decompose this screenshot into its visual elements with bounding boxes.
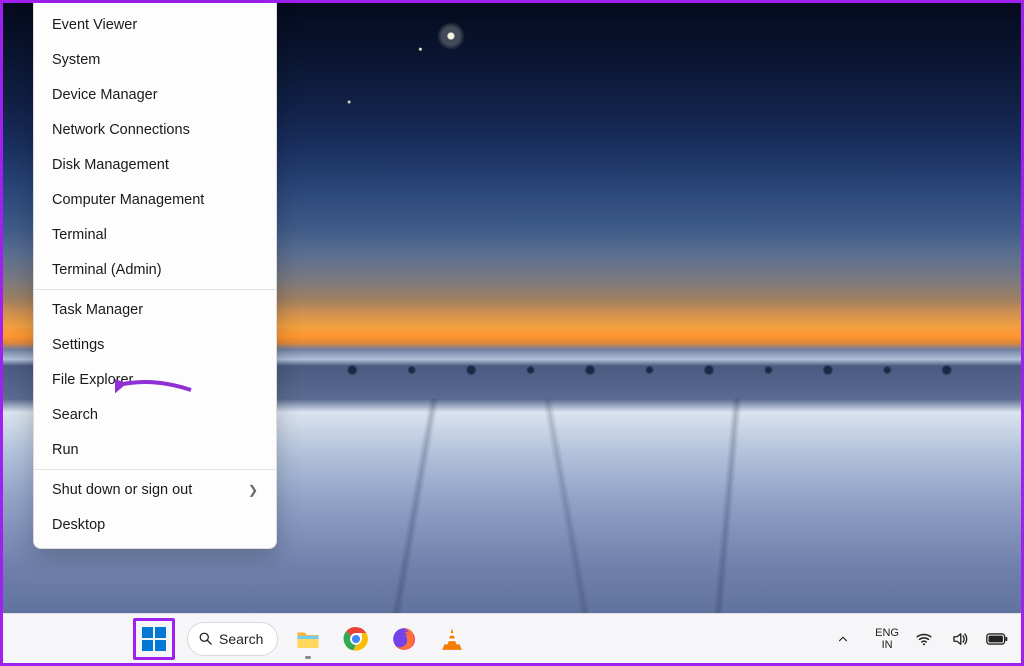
menu-item-label: System (52, 52, 100, 68)
menu-separator (34, 289, 276, 290)
battery-icon (986, 632, 1008, 646)
wifi-icon (915, 630, 933, 648)
file-explorer-icon (295, 626, 321, 652)
wallpaper-decoration (278, 363, 1021, 377)
menu-item-label: Search (52, 407, 98, 423)
language-line2: IN (882, 639, 893, 651)
menu-item-computer-management[interactable]: Computer Management (34, 182, 276, 217)
menu-item-search[interactable]: Search (34, 397, 276, 432)
chevron-up-icon (836, 632, 850, 646)
taskbar-left-group: Search (133, 618, 470, 660)
menu-item-desktop[interactable]: Desktop (34, 507, 276, 542)
tray-battery[interactable] (985, 619, 1009, 659)
menu-item-device-manager[interactable]: Device Manager (34, 77, 276, 112)
menu-item-label: Task Manager (52, 302, 143, 318)
menu-item-label: File Explorer (52, 372, 133, 388)
screenshot-frame: Event Viewer System Device Manager Netwo… (0, 0, 1024, 666)
language-indicator[interactable]: ENG IN (875, 627, 899, 651)
start-button[interactable] (133, 618, 175, 660)
winx-context-menu: Event Viewer System Device Manager Netwo… (33, 3, 277, 549)
firefox-icon (391, 626, 417, 652)
chevron-right-icon: ❯ (248, 483, 258, 497)
taskbar-search[interactable]: Search (187, 622, 278, 656)
speaker-icon (951, 630, 969, 648)
menu-item-system[interactable]: System (34, 42, 276, 77)
menu-item-file-explorer[interactable]: File Explorer (34, 362, 276, 397)
menu-item-label: Event Viewer (52, 17, 137, 33)
taskbar-app-vlc[interactable] (434, 619, 470, 659)
taskbar-app-file-explorer[interactable] (290, 619, 326, 659)
menu-item-shut-down-or-sign-out[interactable]: Shut down or sign out ❯ (34, 472, 276, 507)
menu-item-label: Run (52, 442, 79, 458)
menu-item-event-viewer[interactable]: Event Viewer (34, 7, 276, 42)
chrome-icon (343, 626, 369, 652)
language-line1: ENG (875, 627, 899, 639)
taskbar-app-firefox[interactable] (386, 619, 422, 659)
search-icon (198, 631, 213, 646)
menu-item-label: Disk Management (52, 157, 169, 173)
taskbar-right-group: ENG IN (825, 619, 1009, 659)
menu-item-label: Settings (52, 337, 104, 353)
tray-overflow-button[interactable] (825, 619, 861, 659)
menu-item-terminal-admin[interactable]: Terminal (Admin) (34, 252, 276, 287)
tray-wifi[interactable] (913, 619, 935, 659)
vlc-icon (439, 626, 465, 652)
menu-item-label: Device Manager (52, 87, 158, 103)
menu-item-label: Terminal (52, 227, 107, 243)
menu-item-terminal[interactable]: Terminal (34, 217, 276, 252)
menu-item-settings[interactable]: Settings (34, 327, 276, 362)
taskbar-app-chrome[interactable] (338, 619, 374, 659)
menu-item-label: Terminal (Admin) (52, 262, 162, 278)
taskbar: Search (3, 613, 1021, 663)
menu-item-label: Computer Management (52, 192, 204, 208)
menu-item-label: Network Connections (52, 122, 190, 138)
menu-item-task-manager[interactable]: Task Manager (34, 292, 276, 327)
menu-item-network-connections[interactable]: Network Connections (34, 112, 276, 147)
tray-volume[interactable] (949, 619, 971, 659)
taskbar-search-label: Search (219, 631, 263, 647)
menu-item-run[interactable]: Run (34, 432, 276, 467)
menu-item-disk-management[interactable]: Disk Management (34, 147, 276, 182)
menu-item-label: Shut down or sign out (52, 482, 192, 498)
menu-item-label: Desktop (52, 517, 105, 533)
menu-separator (34, 469, 276, 470)
windows-logo-icon (142, 627, 166, 651)
